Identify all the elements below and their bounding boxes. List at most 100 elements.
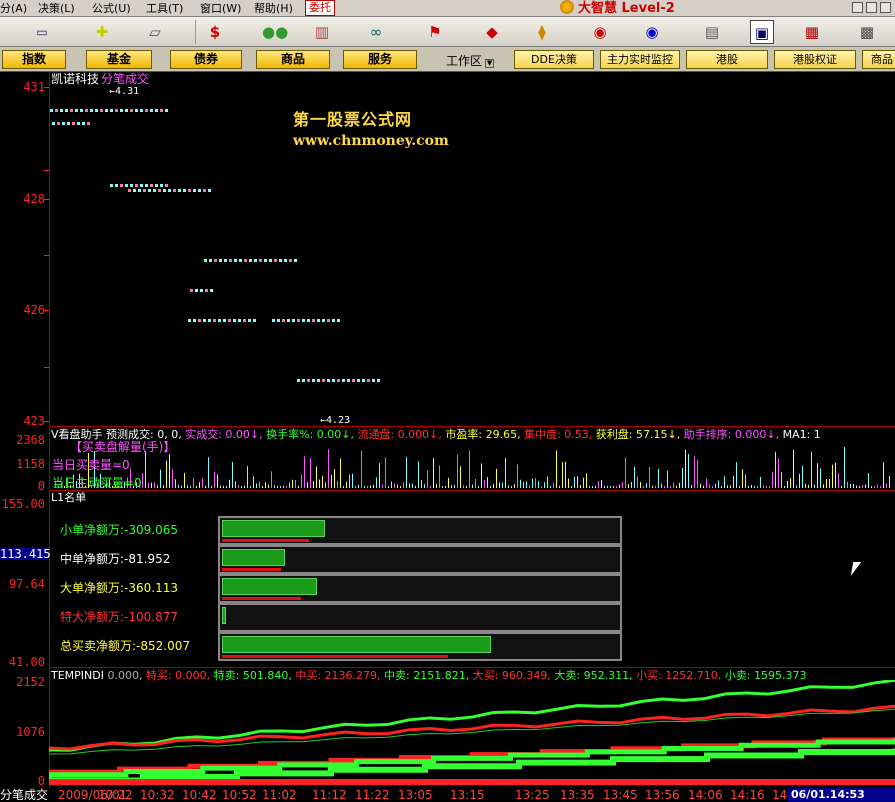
volume-bar [655,485,656,488]
volume-bar [634,466,635,488]
volume-bar [277,485,278,488]
volume-bar [748,485,749,488]
volume-bar [175,479,176,488]
tick-mark [75,109,78,112]
volume-bar [214,471,215,488]
volume-bar [556,450,557,488]
tick-mark [322,319,325,322]
tick-mark [130,184,133,187]
tick-mark [307,379,310,382]
volume-bar [283,485,284,488]
order-bar-green [222,578,318,595]
volume-bar [382,484,383,488]
tick-mark [332,379,335,382]
tick-mark [337,379,340,382]
tick-mark [213,319,216,322]
volume-bar [427,470,428,488]
volume-bar [397,484,398,488]
volume-bar [586,473,587,488]
volume-bar [841,485,842,488]
tick-mark [85,109,88,112]
volume-bar [751,484,752,488]
volume-bar [190,486,191,488]
tick-mark [148,189,151,192]
volume-bar [445,485,446,488]
volume-bar [544,482,545,488]
volume-bar [676,485,677,488]
volume-bar [775,451,776,488]
tick-mark [70,109,73,112]
tick-mark [327,319,330,322]
volume-bar [772,471,773,488]
volume-bar [871,485,872,488]
volume-bar [652,485,653,488]
volume-bar [571,485,572,488]
volume-bar [454,484,455,488]
tick-mark [153,189,156,192]
volume-bar [388,485,389,488]
volume-bar [643,485,644,488]
tick-mark [67,122,70,125]
tick-mark [135,184,138,187]
tick-mark [239,259,242,262]
volume-bar [832,464,833,488]
volume-bar [691,484,692,488]
volume-bar [313,481,314,488]
tick-mark [57,122,60,125]
volume-bar [694,456,695,488]
volume-bar [715,483,716,488]
volume-bar [664,486,665,488]
tick-mark [150,109,153,112]
volume-bar [229,479,230,488]
volume-bar [409,483,410,488]
volume-bar [610,485,611,488]
tick-mark [269,259,272,262]
volume-bar [607,485,608,488]
tick-mark [87,122,90,125]
tick-mark [372,379,375,382]
order-bar-track [218,632,622,661]
volume-bar [166,460,167,488]
tick-mark [302,379,305,382]
helper-subtitle: 【买卖盘解量(手)】 [70,440,176,454]
tick-mark [287,319,290,322]
tick-mark [332,319,335,322]
volume-bar [817,463,818,488]
tick-mark [160,184,163,187]
volume-bar [859,485,860,488]
tick-mark [205,289,208,292]
tick-mark [297,379,300,382]
volume-bar [625,457,626,488]
tempindi-lines [49,680,895,785]
tick-mark [165,184,168,187]
tick-mark [248,319,251,322]
volume-bar [442,485,443,488]
order-bar-green [222,607,226,624]
time-label: 10:42 [182,788,217,802]
volume-bar [403,482,404,488]
volume-bar [730,485,731,488]
volume-bar [178,484,179,488]
tick-mark [160,109,163,112]
mouse-cursor-icon [850,562,862,576]
volume-bar [292,479,293,488]
volume-bar [295,480,296,488]
tick-mark [163,189,166,192]
order-bar-track [218,516,622,545]
volume-bar [172,469,173,488]
volume-tick-label: 1158 [16,457,45,471]
buy-volume-label: 当日主动买量=0 [52,476,142,490]
order-bar-green [222,636,492,653]
tick-mark [327,379,330,382]
tick-mark [173,189,176,192]
volume-bar [457,454,458,488]
panel-divider [49,667,895,668]
volume-bar [604,485,605,488]
volume-bar [334,469,335,488]
volume-bar [274,485,275,488]
volume-bar [847,481,848,488]
volume-bar [247,466,248,488]
volume-bar [535,477,536,488]
tick-mark [312,379,315,382]
tick-mark [224,259,227,262]
